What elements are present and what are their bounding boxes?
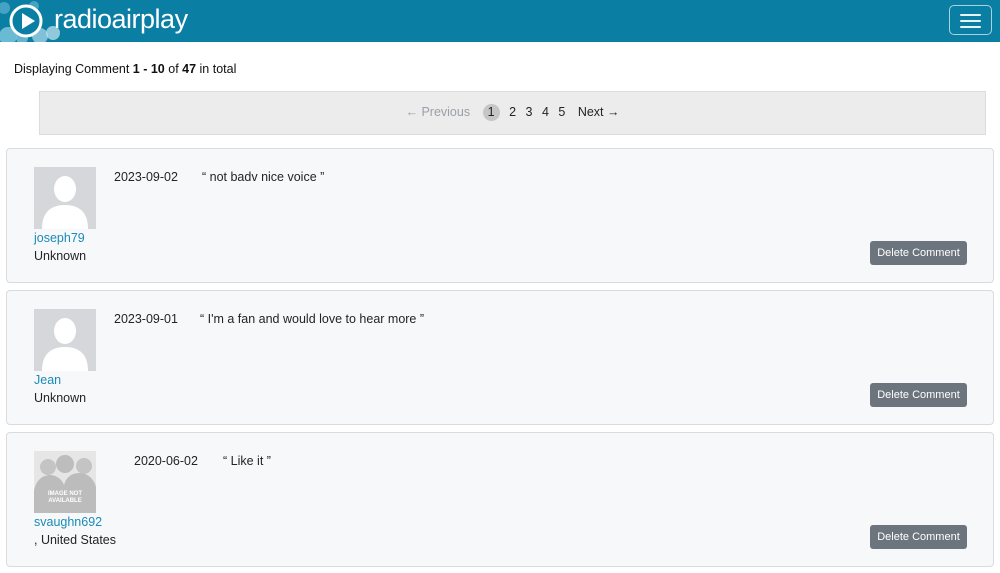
comment-username-link[interactable]: joseph79	[34, 231, 85, 245]
pagination-previous: ← Previous	[405, 105, 471, 119]
comment-date: 2020-06-02	[134, 454, 198, 468]
summary-middle: of	[164, 62, 183, 76]
delete-comment-button[interactable]: Delete Comment	[870, 383, 967, 407]
user-avatar-icon[interactable]	[34, 309, 96, 371]
pagination-page-5[interactable]: 5	[558, 105, 565, 119]
top-navbar: radioairplay	[0, 0, 1000, 42]
summary-range: 1 - 10	[132, 62, 165, 76]
hamburger-menu-icon[interactable]	[949, 5, 992, 35]
comment-card: Jean Unknown 2023-09-01 “ I'm a fan and …	[6, 290, 994, 425]
delete-comment-button[interactable]: Delete Comment	[870, 241, 967, 265]
comment-username-link[interactable]: svaughn692	[34, 515, 102, 529]
comment-location: Unknown	[34, 249, 87, 263]
delete-comment-button[interactable]: Delete Comment	[870, 525, 967, 549]
comment-text: “ I'm a fan and would love to hear more …	[200, 312, 425, 326]
pagination-page-4[interactable]: 4	[542, 105, 549, 119]
pagination-next[interactable]: Next →	[578, 105, 620, 119]
comment-username-link[interactable]: Jean	[34, 373, 61, 387]
comment-date: 2023-09-02	[114, 170, 178, 184]
comment-text: “ not badv nice voice ”	[202, 170, 325, 184]
comment-date: 2023-09-01	[114, 312, 178, 326]
image-not-available-text: IMAGE NOT AVAILABLE	[48, 491, 82, 504]
results-summary: Displaying Comment 1 - 10 of 47 in total	[14, 62, 236, 76]
pagination-page-2[interactable]: 2	[509, 105, 516, 119]
image-not-available-icon[interactable]: IMAGE NOT AVAILABLE	[34, 451, 96, 513]
summary-prefix: Displaying Comment	[14, 62, 133, 76]
comment-location: Unknown	[34, 391, 87, 405]
comment-card: joseph79 Unknown 2023-09-02 “ not badv n…	[6, 148, 994, 283]
pagination-page-3[interactable]: 3	[526, 105, 533, 119]
pagination-bar: ← Previous 1 2 3 4 5 Next →	[39, 91, 986, 135]
pagination-page-1[interactable]: 1	[482, 104, 500, 121]
summary-total: 47	[182, 62, 197, 76]
comment-card: IMAGE NOT AVAILABLE svaughn692 , United …	[6, 432, 994, 567]
logo-text[interactable]: radioairplay	[54, 4, 188, 35]
comment-location: , United States	[34, 533, 116, 547]
logo-play-icon[interactable]	[8, 3, 44, 39]
user-avatar-icon[interactable]	[34, 167, 96, 229]
comment-text: “ Like it ”	[223, 454, 271, 468]
summary-suffix: in total	[196, 62, 237, 76]
